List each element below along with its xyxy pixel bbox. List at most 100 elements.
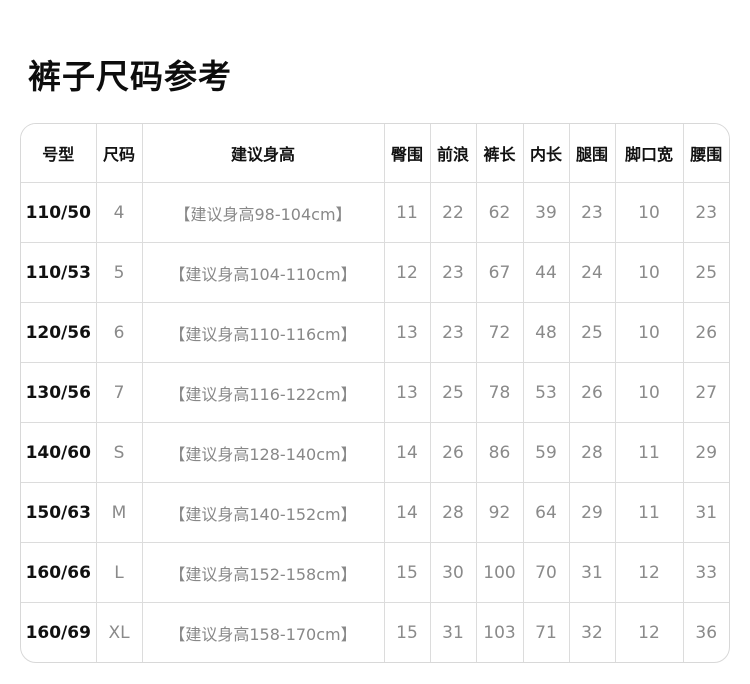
measurement-cell: 31 — [430, 602, 477, 662]
measurement-cell: 70 — [523, 542, 570, 603]
measurement-cell: 23 — [430, 242, 477, 303]
measurement-cell: 13 — [384, 362, 431, 423]
column-header: 腰围 — [683, 124, 729, 183]
measurement-cell: 26 — [569, 362, 616, 423]
measurement-cell: 27 — [683, 362, 729, 423]
measurement-cell: 71 — [523, 602, 570, 662]
column-header: 号型 — [21, 124, 97, 183]
header-row: 号型 尺码 建议身高 臀围 前浪 裤长 内长 腿围 脚口宽 腰围 — [21, 124, 729, 183]
column-header: 内长 — [523, 124, 570, 183]
measurement-cell: 78 — [476, 362, 524, 423]
measurement-cell: 25 — [430, 362, 477, 423]
recommended-height-cell: 【建议身高152-158cm】 — [142, 542, 385, 603]
measurement-cell: 12 — [384, 242, 431, 303]
measurement-cell: 59 — [523, 422, 570, 483]
size-type-cell: 160/66 — [21, 542, 97, 603]
size-chart-table: 号型 尺码 建议身高 臀围 前浪 裤长 内长 腿围 脚口宽 腰围 110/50 4 【建议身高98-1… — [21, 124, 729, 662]
measurement-cell: 14 — [384, 482, 431, 543]
column-header: 脚口宽 — [615, 124, 684, 183]
measurement-cell: 10 — [615, 182, 684, 243]
size-code-cell: L — [96, 542, 143, 603]
size-type-cell: 120/56 — [21, 302, 97, 363]
size-type-cell: 110/53 — [21, 242, 97, 303]
measurement-cell: 31 — [683, 482, 729, 543]
measurement-cell: 100 — [476, 542, 524, 603]
table-row: 160/69 XL 【建议身高158-170cm】 15 31 103 71 32 12 36 — [21, 602, 729, 662]
measurement-cell: 12 — [615, 602, 684, 662]
measurement-cell: 25 — [569, 302, 616, 363]
measurement-cell: 23 — [569, 182, 616, 243]
recommended-height-cell: 【建议身高98-104cm】 — [142, 182, 385, 243]
measurement-cell: 12 — [615, 542, 684, 603]
measurement-cell: 15 — [384, 542, 431, 603]
table-body: 110/50 4 【建议身高98-104cm】 11 22 62 39 23 10 23 110/5… — [21, 182, 729, 662]
column-header: 建议身高 — [142, 124, 385, 183]
measurement-cell: 64 — [523, 482, 570, 543]
measurement-cell: 23 — [683, 182, 729, 243]
measurement-cell: 39 — [523, 182, 570, 243]
measurement-cell: 36 — [695, 622, 718, 643]
measurement-cell: 92 — [476, 482, 524, 543]
column-header: 臀围 — [384, 124, 431, 183]
measurement-cell: 72 — [476, 302, 524, 363]
measurement-cell: 13 — [384, 302, 431, 363]
size-code-cell: M — [96, 482, 143, 543]
measurement-cell: 32 — [569, 602, 616, 662]
size-type-cell: 160/69 — [21, 602, 97, 662]
measurement-cell: 29 — [683, 422, 729, 483]
table-row: 130/56 7 【建议身高116-122cm】 13 25 78 53 26 10 27 — [21, 362, 729, 423]
measurement-cell: 29 — [569, 482, 616, 543]
size-type-cell: 110/50 — [21, 182, 97, 243]
recommended-height-cell: 【建议身高128-140cm】 — [142, 422, 385, 483]
column-header: 裤长 — [476, 124, 524, 183]
recommended-height-cell: 【建议身高116-122cm】 — [142, 362, 385, 423]
measurement-cell: 15 — [384, 602, 431, 662]
measurement-cell: 24 — [569, 242, 616, 303]
size-code-cell: 7 — [96, 362, 143, 423]
recommended-height-cell: 【建议身高140-152cm】 — [142, 482, 385, 543]
column-header: 前浪 — [430, 124, 477, 183]
measurement-cell: 10 — [615, 362, 684, 423]
size-code-cell: 5 — [96, 242, 143, 303]
measurement-cell: 67 — [476, 242, 524, 303]
table-row: 160/66 L 【建议身高152-158cm】 15 30 100 70 31 12 33 — [21, 542, 729, 603]
recommended-height-cell: 【建议身高104-110cm】 — [142, 242, 385, 303]
measurement-cell: 10 — [615, 242, 684, 303]
measurement-cell: 22 — [430, 182, 477, 243]
table-row: 140/60 S 【建议身高128-140cm】 14 26 86 59 28 11 29 — [21, 422, 729, 483]
measurement-cell: 14 — [384, 422, 431, 483]
table-row: 110/50 4 【建议身高98-104cm】 11 22 62 39 23 10 23 — [21, 182, 729, 243]
column-header: 尺码 — [96, 124, 143, 183]
measurement-cell: 28 — [569, 422, 616, 483]
measurement-cell: 26 — [430, 422, 477, 483]
recommended-height-cell: 【建议身高158-170cm】 — [142, 602, 385, 662]
measurement-cell: 48 — [523, 302, 570, 363]
measurement-cell: 30 — [430, 542, 477, 603]
measurement-cell: 25 — [683, 242, 729, 303]
measurement-cell: 10 — [615, 302, 684, 363]
measurement-cell: 53 — [523, 362, 570, 423]
measurement-cell: 11 — [384, 182, 431, 243]
size-code-cell: XL — [96, 602, 143, 662]
measurement-cell: 23 — [430, 302, 477, 363]
size-type-cell: 130/56 — [21, 362, 97, 423]
measurement-cell: 62 — [476, 182, 524, 243]
measurement-cell: 103 — [476, 602, 524, 662]
measurement-cell: 33 — [683, 542, 729, 603]
page-title: 裤子尺码参考 — [28, 57, 232, 96]
measurement-cell: 11 — [615, 482, 684, 543]
measurement-cell: 86 — [476, 422, 524, 483]
measurement-cell: 44 — [523, 242, 570, 303]
table-row: 110/53 5 【建议身高104-110cm】 12 23 67 44 24 10 25 — [21, 242, 729, 303]
measurement-cell: 26 — [683, 302, 729, 363]
size-code-cell: 6 — [96, 302, 143, 363]
size-code-cell: S — [96, 422, 143, 483]
measurement-cell: 28 — [430, 482, 477, 543]
size-type-cell: 140/60 — [21, 422, 97, 483]
table-row: 150/63 M 【建议身高140-152cm】 14 28 92 64 29 11 31 — [21, 482, 729, 543]
measurement-cell: 31 — [569, 542, 616, 603]
recommended-height-cell: 【建议身高110-116cm】 — [142, 302, 385, 363]
measurement-cell: 11 — [615, 422, 684, 483]
table-row: 120/56 6 【建议身高110-116cm】 13 23 72 48 25 10 26 — [21, 302, 729, 363]
size-code-cell: 4 — [96, 182, 143, 243]
